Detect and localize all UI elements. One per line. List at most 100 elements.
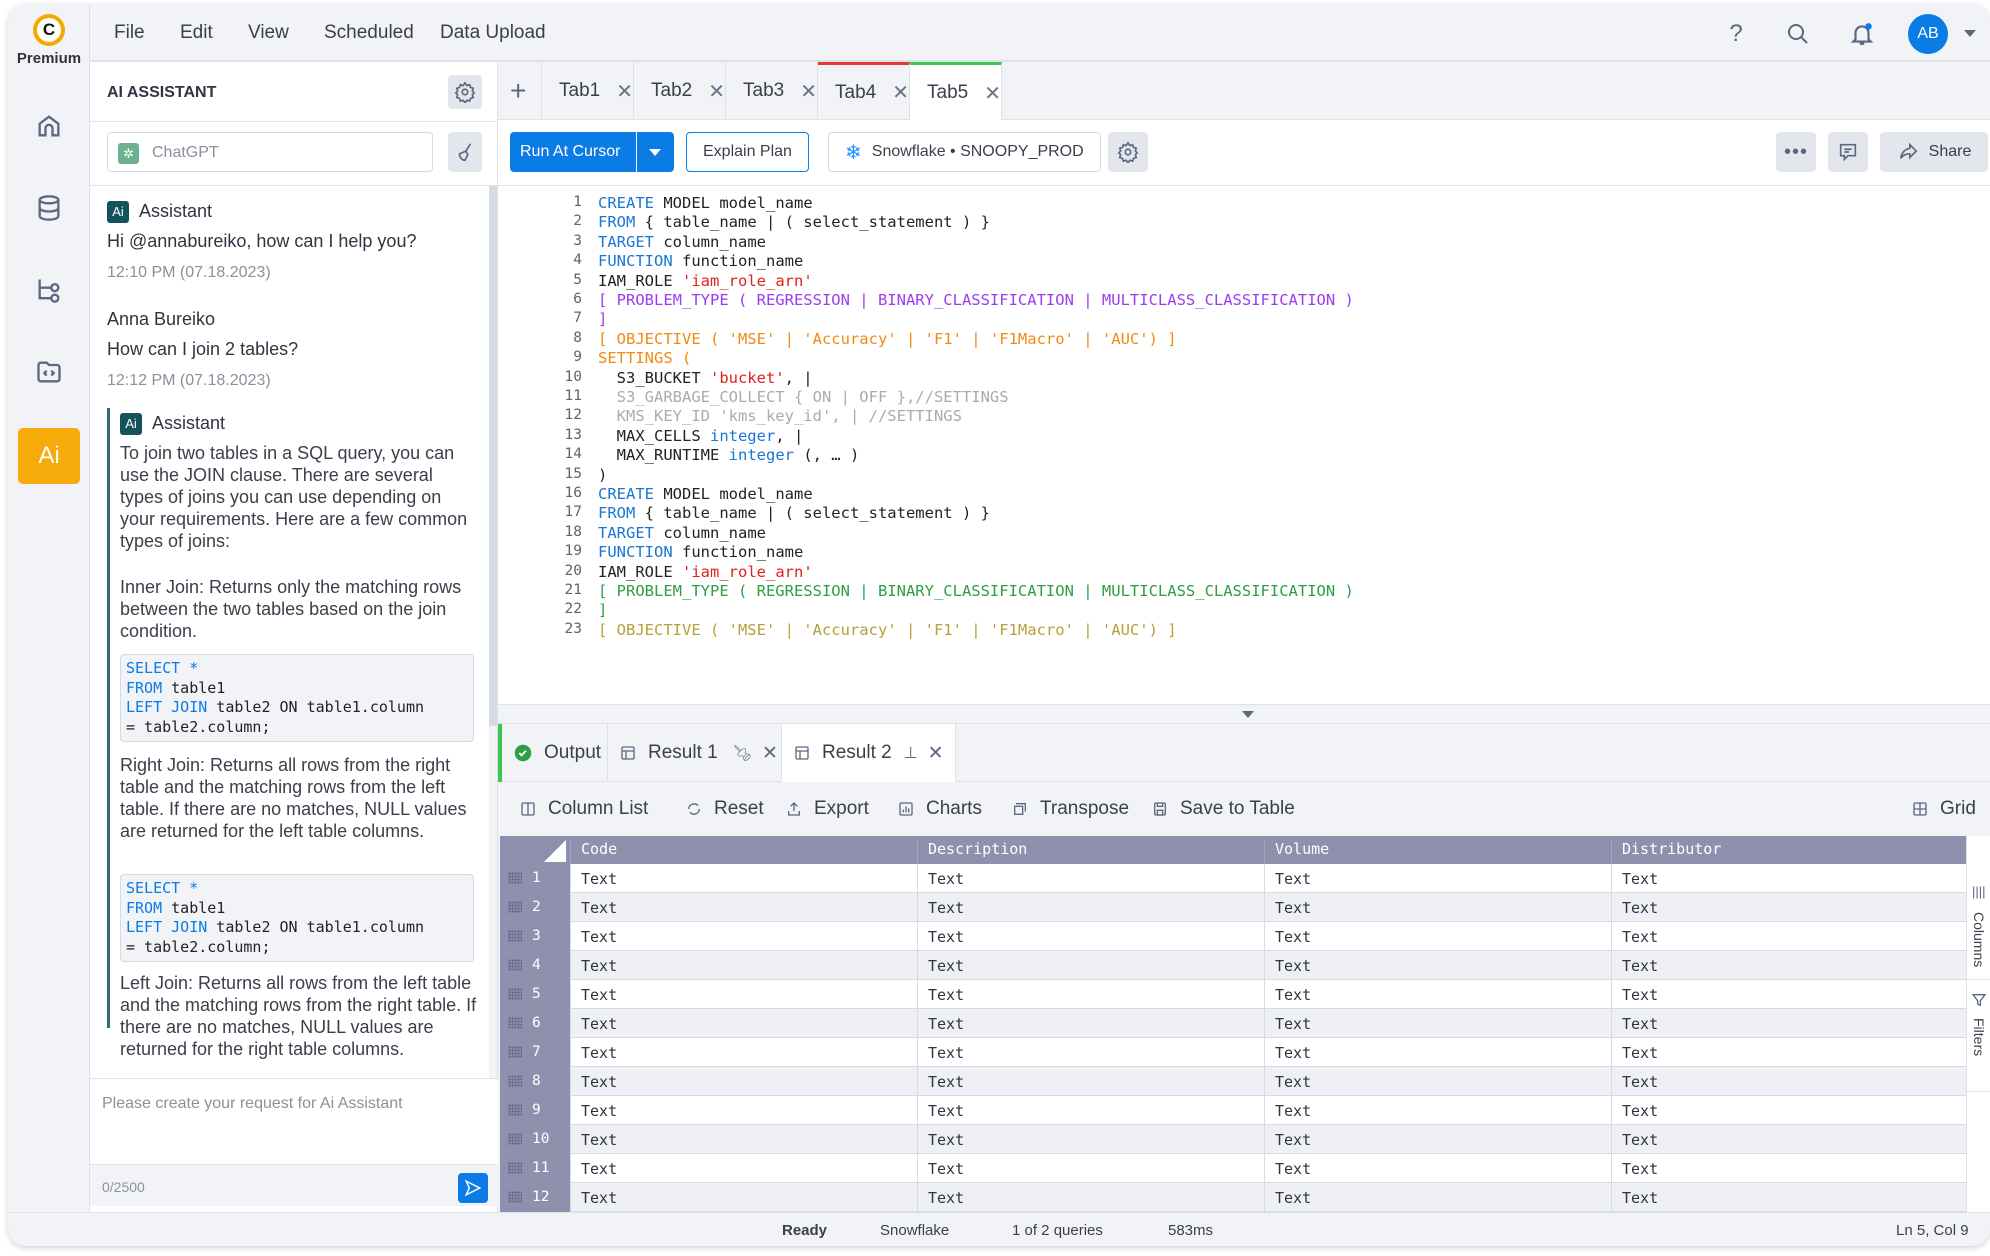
tab-1[interactable]: Tab1 ✕ [542,62,634,120]
table-cell[interactable]: Text [570,1125,917,1154]
comments-button[interactable] [1828,132,1868,172]
row-number[interactable]: 3 [500,922,570,951]
table-cell[interactable]: Text [917,922,1264,951]
table-cell[interactable]: Text [570,1009,917,1038]
table-row[interactable]: 11 Text Text Text Text [500,1154,1966,1183]
drag-handle-icon[interactable] [508,988,522,1000]
table-cell[interactable]: Text [1264,893,1611,922]
home-icon[interactable] [29,106,69,146]
table-cell[interactable]: Text [917,1067,1264,1096]
transpose-button[interactable]: Transpose [1012,798,1129,820]
table-row[interactable]: 4 Text Text Text Text [500,951,1966,980]
table-cell[interactable]: Text [1264,1125,1611,1154]
columns-panel-toggle[interactable]: |||| Columns [1967,836,1990,980]
menu-edit[interactable]: Edit [180,22,213,44]
code-line[interactable]: S3_GARBAGE_COLLECT { ON | OFF },//SETTIN… [598,388,1009,406]
row-number[interactable]: 11 [500,1154,570,1183]
table-cell[interactable]: Text [917,1125,1264,1154]
close-icon[interactable]: ✕ [892,80,909,105]
code-folder-icon[interactable] [29,352,69,392]
table-cell[interactable]: Text [917,893,1264,922]
chat-scrollbar[interactable] [489,186,497,1078]
close-icon[interactable]: ✕ [762,742,778,765]
reset-button[interactable]: Reset [686,798,764,820]
code-line[interactable]: CREATE MODEL model_name [598,485,813,503]
tab-5[interactable]: Tab5 ✕ [910,62,1002,121]
tab-output[interactable]: Output [498,724,608,782]
table-cell[interactable]: Text [1264,922,1611,951]
code-line[interactable]: ] [598,310,607,328]
close-icon[interactable]: ✕ [800,79,817,104]
code-line[interactable]: [ OBJECTIVE ( 'MSE' | 'Accuracy' | 'F1' … [598,330,1177,348]
drag-handle-icon[interactable] [508,872,522,884]
connection-settings-button[interactable] [1108,132,1148,172]
drag-handle-icon[interactable] [508,1075,522,1087]
table-row[interactable]: 2 Text Text Text Text [500,893,1966,922]
grid-view-button[interactable]: Grid [1912,798,1976,820]
table-row[interactable]: 3 Text Text Text Text [500,922,1966,951]
table-cell[interactable]: Text [917,980,1264,1009]
search-icon[interactable] [1784,20,1812,48]
row-number[interactable]: 12 [500,1183,570,1212]
code-line[interactable]: FROM { table_name | ( select_statement )… [598,213,990,231]
table-cell[interactable]: Text [1264,1154,1611,1183]
table-cell[interactable]: Text [570,893,917,922]
tab-result-1[interactable]: Result 1 📌︎ ✕ [608,724,782,782]
tab-3[interactable]: Tab3 ✕ [726,62,818,120]
table-cell[interactable]: Text [1264,951,1611,980]
send-button[interactable] [458,1173,488,1203]
answer-code-block[interactable]: SELECT * FROM table1 LEFT JOIN table2 ON… [120,874,474,962]
drag-handle-icon[interactable] [508,1191,522,1203]
more-button[interactable]: ••• [1776,132,1816,172]
charts-button[interactable]: Charts [898,798,982,820]
run-options-dropdown[interactable] [649,149,661,156]
table-row[interactable]: 8 Text Text Text Text [500,1067,1966,1096]
column-list-button[interactable]: Column List [520,798,648,820]
sql-editor[interactable]: 1 CREATE MODEL model_name 2 FROM { table_na… [498,186,1990,704]
filters-panel-toggle[interactable]: Filters [1967,980,1990,1092]
collapse-arrow-icon[interactable] [1242,711,1254,718]
pin-icon[interactable]: ⊥ [904,743,918,763]
app-logo[interactable]: C [33,14,65,46]
menu-data-upload[interactable]: Data Upload [440,22,546,44]
table-cell[interactable]: Text [570,980,917,1009]
run-at-cursor-button[interactable]: Run At Cursor [510,132,674,172]
ai-assistant-rail-button[interactable]: Ai [18,428,80,484]
code-line[interactable]: MAX_CELLS integer, | [598,427,804,445]
ai-settings-button[interactable] [448,75,482,109]
table-cell[interactable]: Text [917,1009,1264,1038]
table-cell[interactable]: Text [570,951,917,980]
table-cell[interactable]: Text [570,1067,917,1096]
chat-input[interactable]: Please create your request for Ai Assist… [90,1078,498,1164]
table-cell[interactable]: Text [570,1096,917,1125]
table-cell[interactable]: Text [1264,1009,1611,1038]
code-line[interactable]: ] [598,601,607,619]
close-icon[interactable]: ✕ [708,79,725,104]
row-number[interactable]: 5 [500,980,570,1009]
table-row[interactable]: 1 Text Text Text Text [500,864,1966,893]
drag-handle-icon[interactable] [508,1162,522,1174]
answer-code-block[interactable]: SELECT * FROM table1 LEFT JOIN table2 ON… [120,654,474,742]
table-row[interactable]: 12 Text Text Text Text [500,1183,1966,1212]
code-line[interactable]: FUNCTION function_name [598,252,803,270]
share-button[interactable]: Share [1880,132,1988,172]
table-cell[interactable]: Text [917,951,1264,980]
new-tab-button[interactable]: + [498,62,542,120]
table-cell[interactable]: Text [1264,1096,1611,1125]
account-caret-icon[interactable] [1964,30,1976,37]
pin-icon[interactable]: 📌︎ [732,743,752,763]
menu-view[interactable]: View [248,22,289,44]
code-line[interactable]: CREATE MODEL model_name [598,194,813,212]
code-line[interactable]: [ PROBLEM_TYPE ( REGRESSION | BINARY_CLA… [598,291,1354,309]
table-cell[interactable]: Text [1611,893,1966,922]
drag-handle-icon[interactable] [508,1104,522,1116]
table-cell[interactable]: Text [1611,864,1966,893]
table-row[interactable]: 9 Text Text Text Text [500,1096,1966,1125]
menu-scheduled[interactable]: Scheduled [324,22,414,44]
explain-plan-button[interactable]: Explain Plan [686,132,809,172]
table-cell[interactable]: Text [1264,864,1611,893]
row-number[interactable]: 1 [500,864,570,893]
code-line[interactable]: TARGET column_name [598,233,766,251]
table-cell[interactable]: Text [1611,1125,1966,1154]
close-icon[interactable]: ✕ [928,742,944,765]
